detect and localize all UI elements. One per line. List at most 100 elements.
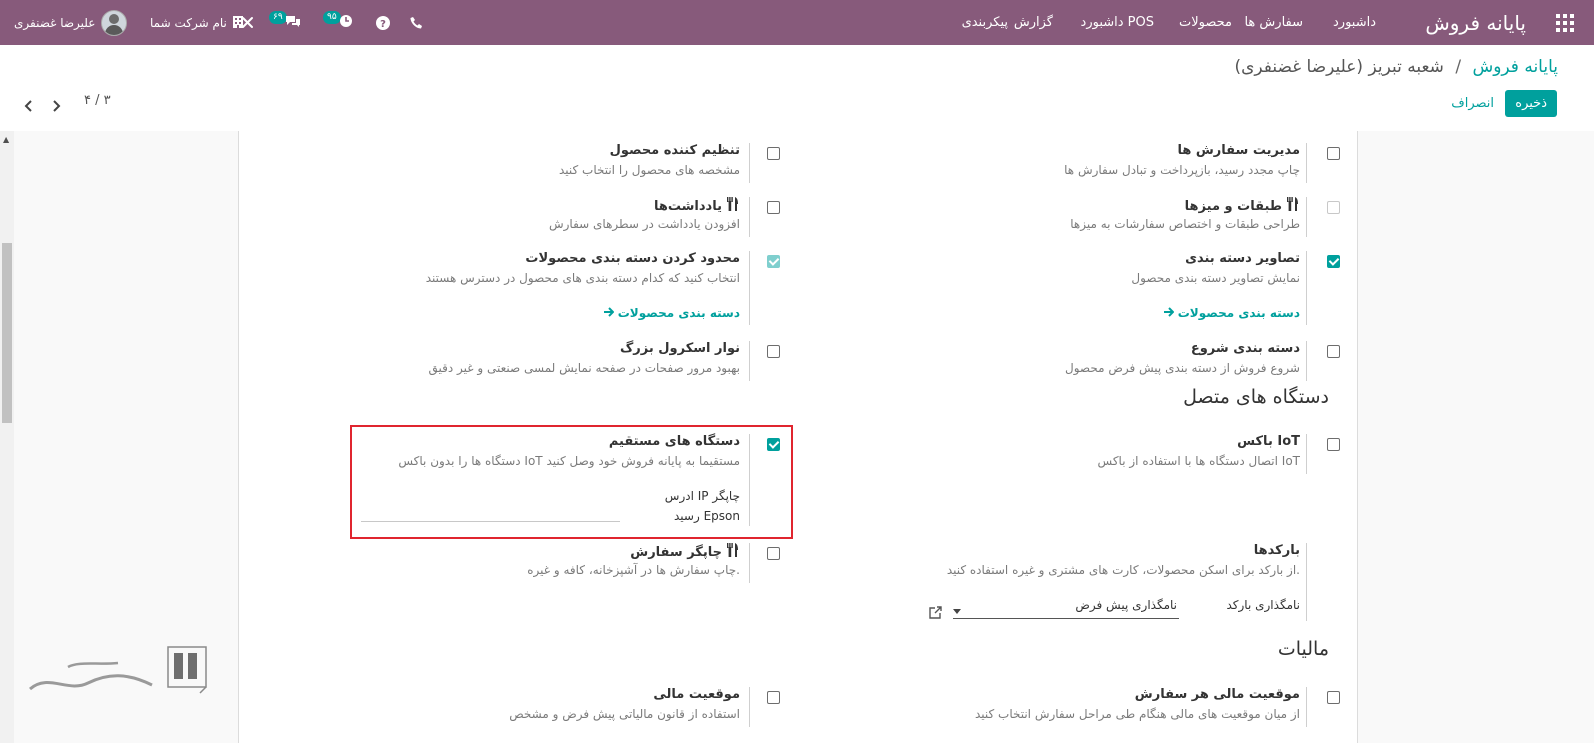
external-link-icon[interactable] bbox=[929, 604, 942, 623]
fiscal-per-order-title: موقعیت مالی هر سفارش bbox=[1134, 687, 1300, 702]
menu-dashboard[interactable]: داشبورد bbox=[1333, 0, 1376, 45]
breadcrumb-root[interactable]: پایانه فروش bbox=[1472, 57, 1558, 77]
floors-tables-title: طبقات و میزها bbox=[1184, 198, 1282, 214]
control-panel: پایانه فروش / شعبه تبریز (علیرضا غضنفری)… bbox=[0, 45, 1594, 132]
printer-ip-input[interactable] bbox=[361, 521, 620, 522]
start-category-title: دسته بندی شروع bbox=[1190, 341, 1300, 356]
help-icon[interactable]: ? bbox=[376, 0, 390, 45]
taxes-heading: مالیات bbox=[1277, 638, 1329, 660]
divider bbox=[1306, 197, 1307, 237]
epson-receipt-label: رسید Epson bbox=[674, 509, 740, 523]
divider bbox=[1306, 687, 1307, 727]
iot-box-title: باکس IoT bbox=[1237, 434, 1300, 449]
tools-icon[interactable] bbox=[241, 0, 254, 45]
direct-devices-checkbox[interactable] bbox=[767, 438, 780, 451]
svg-text:?: ? bbox=[380, 19, 386, 30]
menu-configuration[interactable]: پیکربندی bbox=[962, 0, 1008, 45]
divider bbox=[1306, 251, 1307, 325]
divider bbox=[1306, 543, 1307, 621]
product-configurator-checkbox[interactable] bbox=[767, 147, 780, 160]
user-menu[interactable]: علیرضا غضنفری bbox=[14, 0, 128, 45]
breadcrumb: پایانه فروش / شعبه تبریز (علیرضا غضنفری) bbox=[1234, 57, 1558, 77]
order-management-desc: چاپ مجدد رسید، بازپرداخت و تبادل سفارش ه… bbox=[1064, 163, 1300, 177]
floors-tables-checkbox[interactable] bbox=[1327, 201, 1340, 214]
barcodes-desc: از بارکد برای اسکن محصولات، کارت های مشت… bbox=[946, 563, 1300, 577]
avatar bbox=[101, 9, 128, 36]
divider bbox=[1306, 143, 1307, 183]
limit-categories-title: محدود کردن دسته بندی محصولات bbox=[525, 251, 740, 266]
limit-categories-checkbox[interactable] bbox=[767, 255, 780, 268]
divider bbox=[749, 434, 750, 526]
large-scrollbar-checkbox[interactable] bbox=[767, 345, 780, 358]
settings-sheet: مدیریت سفارش ها چاپ مجدد رسید، بازپرداخت… bbox=[238, 131, 1358, 743]
company-switcher[interactable]: نام شرکت شما bbox=[150, 0, 243, 45]
chat-button[interactable]: ۶۹ bbox=[269, 0, 301, 45]
activity-button[interactable]: ۹۵ bbox=[323, 0, 353, 45]
divider bbox=[749, 543, 750, 583]
apps-icon[interactable] bbox=[1556, 0, 1574, 45]
divider bbox=[1306, 434, 1307, 474]
product-configurator-title: تنظیم کننده محصول bbox=[609, 143, 740, 158]
limit-categories-link-label: دسته بندی محصولات bbox=[617, 306, 740, 320]
large-scrollbar-title: نوار اسکرول بزرگ bbox=[619, 341, 740, 356]
chat-icon bbox=[285, 13, 301, 32]
notes-desc: افزودن یادداشت در سطرهای سفارش bbox=[548, 217, 740, 231]
fiscal-position-title: موقعیت مالی bbox=[653, 687, 740, 702]
discard-button[interactable]: انصراف bbox=[1451, 96, 1494, 111]
notes-checkbox[interactable] bbox=[767, 201, 780, 214]
divider bbox=[749, 251, 750, 325]
category-images-link[interactable]: دسته بندی محصولات bbox=[1163, 306, 1300, 320]
scroll-up-icon[interactable]: ▲ bbox=[3, 135, 9, 144]
start-category-desc: شروع فروش از دسته بندی پیش فرض محصول bbox=[1065, 361, 1300, 375]
menu-pos-dashboard[interactable]: داشبورد POS bbox=[1081, 0, 1154, 45]
fiscal-position-checkbox[interactable] bbox=[767, 691, 780, 704]
top-navbar: پایانه فروش داشبورد سفارش ها محصولات داش… bbox=[0, 0, 1594, 45]
iot-box-desc: اتصال دستگاه ها با استفاده از باکس IoT bbox=[1097, 454, 1300, 468]
order-printer-checkbox[interactable] bbox=[767, 547, 780, 560]
divider bbox=[749, 341, 750, 381]
printer-ip-label: ادرس IP چاپگر bbox=[664, 489, 740, 503]
breadcrumb-separator: / bbox=[1455, 57, 1462, 77]
divider bbox=[749, 687, 750, 727]
arrow-right-icon bbox=[603, 306, 615, 320]
category-images-checkbox[interactable] bbox=[1327, 255, 1340, 268]
order-management-checkbox[interactable] bbox=[1327, 147, 1340, 160]
company-name: نام شرکت شما bbox=[150, 15, 227, 30]
order-printer-desc: چاپ سفارش ها در آشپزخانه، کافه و غیره. bbox=[527, 563, 740, 577]
barcodes-title: بارکدها bbox=[1253, 543, 1300, 558]
menu-products[interactable]: محصولات bbox=[1179, 0, 1232, 45]
vertical-scrollbar[interactable]: ▲ bbox=[0, 131, 14, 743]
large-scrollbar-desc: بهبود مرور صفحات در صفحه نمایش لمسی صنعت… bbox=[428, 361, 740, 375]
arrow-right-icon bbox=[1163, 306, 1175, 320]
restaurant-icon bbox=[1286, 197, 1300, 215]
breadcrumb-current: شعبه تبریز (علیرضا غضنفری) bbox=[1234, 57, 1444, 77]
limit-categories-desc: انتخاب کنید که کدام دسته بندی های محصول … bbox=[425, 271, 740, 285]
phone-icon[interactable] bbox=[410, 0, 423, 45]
pager-next-button[interactable] bbox=[51, 97, 61, 116]
notes-title: یادداشت‌ها bbox=[653, 198, 722, 214]
limit-categories-link[interactable]: دسته بندی محصولات bbox=[603, 306, 740, 320]
direct-devices-title: دستگاه های مستقیم bbox=[608, 434, 740, 449]
settings-content: ▲ مدیریت سفارش ها چاپ مجدد رسید، بازپردا… bbox=[0, 131, 1594, 743]
direct-devices-desc: دستگاه ها را بدون باکس IoT مستقیما به پا… bbox=[398, 454, 740, 468]
iot-box-checkbox[interactable] bbox=[1327, 438, 1340, 451]
barcode-nomenclature-value: نامگذاری پیش فرض bbox=[1075, 598, 1177, 612]
pager-previous-button[interactable] bbox=[24, 97, 34, 116]
floors-tables-desc: طراحی طبقات و اختصاص سفارشات به میزها bbox=[1070, 217, 1300, 231]
app-title[interactable]: پایانه فروش bbox=[1425, 0, 1526, 45]
category-images-desc: نمایش تصاویر دسته بندی محصول bbox=[1131, 271, 1300, 285]
scrollbar-thumb[interactable] bbox=[2, 243, 12, 423]
category-images-title: تصاویر دسته بندی bbox=[1185, 251, 1300, 266]
watermark-logo bbox=[28, 643, 212, 707]
pager-value[interactable]: ۴ / ۳ bbox=[84, 93, 111, 108]
connected-devices-heading: دستگاه های متصل bbox=[1183, 386, 1329, 408]
restaurant-icon bbox=[726, 197, 740, 215]
start-category-checkbox[interactable] bbox=[1327, 345, 1340, 358]
fiscal-per-order-checkbox[interactable] bbox=[1327, 691, 1340, 704]
menu-reporting[interactable]: گزارش bbox=[1014, 0, 1053, 45]
menu-orders[interactable]: سفارش ها bbox=[1244, 0, 1303, 45]
divider bbox=[1306, 341, 1307, 381]
save-button[interactable]: ذخیره bbox=[1505, 90, 1557, 117]
fiscal-per-order-desc: از میان موقعیت های مالی هنگام طی مراحل س… bbox=[974, 707, 1300, 721]
barcode-nomenclature-select[interactable]: نامگذاری پیش فرض bbox=[953, 592, 1179, 619]
